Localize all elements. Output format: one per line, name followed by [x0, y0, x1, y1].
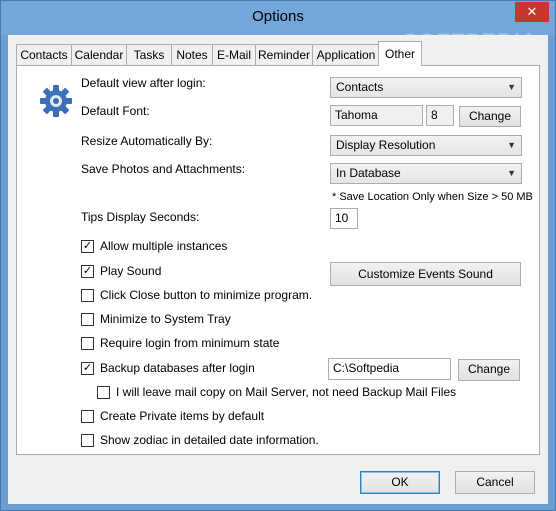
resize-select[interactable]: Display Resolution ▼ — [330, 135, 522, 156]
tab-email[interactable]: E-Mail — [212, 44, 256, 65]
default-view-select[interactable]: Contacts ▼ — [330, 77, 522, 98]
tips-seconds-label: Tips Display Seconds: — [81, 210, 200, 224]
checkbox-box — [97, 386, 110, 399]
ok-button[interactable]: OK — [360, 471, 440, 494]
customize-events-sound-button[interactable]: Customize Events Sound — [330, 262, 521, 286]
checkbox-label: Play Sound — [100, 264, 162, 278]
dialog-body: Contacts Calendar Tasks Notes E-Mail Rem… — [8, 35, 548, 504]
tab-contacts[interactable]: Contacts — [16, 44, 72, 65]
checkmark-icon: ✓ — [81, 240, 94, 253]
checkbox-box — [81, 313, 94, 326]
window-title: Options — [252, 8, 304, 25]
backup-change-button[interactable]: Change — [458, 359, 520, 381]
tab-other[interactable]: Other — [378, 41, 422, 66]
default-view-value: Contacts — [336, 80, 384, 94]
checkbox-label: Backup databases after login — [100, 361, 255, 375]
save-location-note: * Save Location Only when Size > 50 MB — [332, 191, 533, 203]
other-tab-panel: Default view after login: Contacts ▼ Def… — [16, 65, 540, 455]
save-photos-label: Save Photos and Attachments: — [81, 162, 246, 176]
checkbox-label: Click Close button to minimize program. — [100, 288, 313, 302]
font-size-field: 8 — [426, 105, 454, 126]
resize-value: Display Resolution — [336, 138, 436, 152]
save-photos-value: In Database — [336, 166, 401, 180]
checkbox-box — [81, 410, 94, 423]
checkmark-icon: ✓ — [81, 265, 94, 278]
checkbox-label: Create Private items by default — [100, 409, 265, 423]
tab-tasks[interactable]: Tasks — [126, 44, 172, 65]
checkbox-label: Minimize to System Tray — [100, 312, 231, 326]
gear-icon — [40, 85, 72, 117]
font-name-field: Tahoma — [330, 105, 423, 126]
tab-reminder[interactable]: Reminder — [255, 44, 313, 65]
checkbox-label: Require login from minimum state — [100, 336, 280, 350]
tips-seconds-input[interactable]: 10 — [330, 208, 358, 229]
checkmark-icon: ✓ — [81, 362, 94, 375]
font-change-button[interactable]: Change — [459, 106, 521, 127]
checkbox-box — [81, 434, 94, 447]
options-window: Options ✕ SOFTPEDIA Contacts Calendar Ta… — [0, 0, 556, 511]
tab-calendar[interactable]: Calendar — [71, 44, 127, 65]
checkbox-label: Show zodiac in detailed date information… — [100, 433, 319, 447]
tab-application[interactable]: Application — [312, 44, 380, 65]
checkbox-label: I will leave mail copy on Mail Server, n… — [116, 385, 457, 399]
checkbox-box — [81, 337, 94, 350]
backup-path-field[interactable]: C:\Softpedia — [328, 358, 451, 380]
close-button[interactable]: ✕ — [515, 2, 549, 22]
close-icon: ✕ — [526, 4, 538, 19]
default-font-label: Default Font: — [81, 104, 150, 118]
cancel-button[interactable]: Cancel — [455, 471, 535, 494]
checkbox-box — [81, 289, 94, 302]
resize-label: Resize Automatically By: — [81, 134, 213, 148]
save-photos-select[interactable]: In Database ▼ — [330, 163, 522, 184]
tab-notes[interactable]: Notes — [171, 44, 213, 65]
default-view-label: Default view after login: — [81, 76, 206, 90]
checkbox-label: Allow multiple instances — [100, 239, 228, 253]
chevron-down-icon: ▼ — [507, 82, 516, 92]
chevron-down-icon: ▼ — [507, 140, 516, 150]
chevron-down-icon: ▼ — [507, 168, 516, 178]
